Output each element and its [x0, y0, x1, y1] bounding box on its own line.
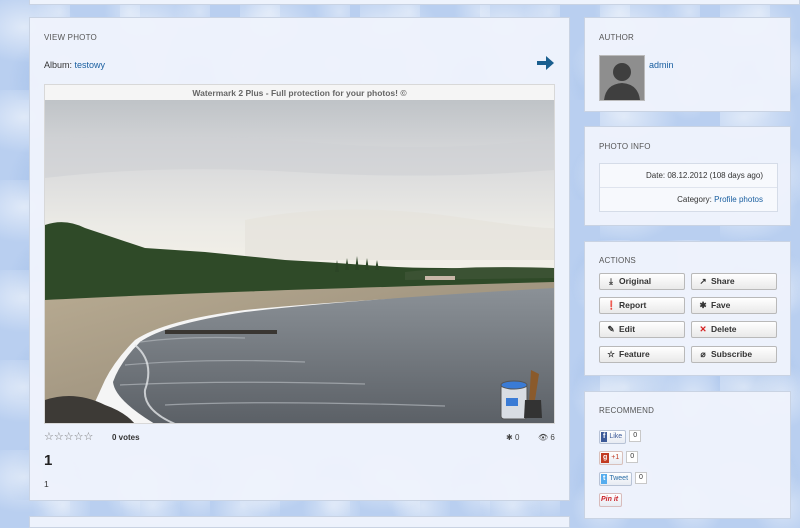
photo-info-panel: PHOTO INFO Date: 08.12.2012 (108 days ag…: [584, 126, 791, 226]
edit-button[interactable]: ✎ Edit: [599, 321, 685, 338]
fave-count: ✱ 0: [506, 433, 519, 442]
view-photo-heading: VIEW PHOTO: [44, 33, 97, 42]
edit-icon: ✎: [607, 324, 615, 334]
paperclip-icon: ⌀: [700, 349, 706, 359]
share-button-label: Share: [711, 276, 735, 286]
actions-heading: ACTIONS: [599, 256, 636, 265]
eye-icon: 👁: [538, 433, 549, 442]
share-button[interactable]: ↗ Share: [691, 273, 777, 290]
view-photo-panel: VIEW PHOTO Album: testowy Watermark 2 Pl…: [29, 17, 570, 501]
photo-info-table: Date: 08.12.2012 (108 days ago) Category…: [599, 163, 778, 212]
date-row: Date: 08.12.2012 (108 days ago): [600, 164, 777, 188]
tweet-count: 0: [635, 472, 647, 484]
top-panel-edge: [29, 0, 800, 5]
fave-count-value: 0: [514, 433, 520, 442]
category-row: Category: Profile photos: [600, 188, 777, 211]
edit-button-label: Edit: [619, 324, 636, 334]
recommend-heading: RECOMMEND: [599, 406, 655, 415]
rating-star-icon[interactable]: ☆: [64, 431, 74, 443]
recommend-panel: RECOMMEND f Like 0 g +1 0 t Tweet 0 Pin it: [584, 391, 791, 519]
next-panel-edge: [29, 516, 570, 528]
photo-image[interactable]: [45, 100, 554, 424]
delete-button-label: Delete: [711, 324, 737, 334]
photo-title: 1: [44, 452, 53, 469]
photo-info-heading: PHOTO INFO: [599, 142, 651, 151]
star-icon: ☆: [607, 349, 615, 359]
google-plus-button[interactable]: g +1: [599, 451, 624, 465]
votes-count: 0 votes: [112, 433, 140, 442]
album-link[interactable]: testowy: [75, 60, 106, 70]
date-label: Date:: [646, 171, 666, 180]
facebook-like-button[interactable]: f Like: [599, 430, 627, 444]
photo-description: 1: [44, 479, 49, 489]
fave-button[interactable]: ✱ Fave: [691, 297, 777, 314]
photo-frame[interactable]: Watermark 2 Plus - Full protection for y…: [44, 84, 555, 424]
date-value: 08.12.2012 (108 days ago): [667, 171, 763, 180]
google-plus-widget: g +1 0: [599, 451, 639, 465]
actions-panel: ACTIONS ⤓ Original ↗ Share ❗ Report ✱ Fave ✎…: [584, 241, 791, 376]
album-label: Album:: [44, 60, 73, 70]
next-photo-arrow-icon[interactable]: [535, 54, 555, 72]
rating-star-icon[interactable]: ☆: [74, 431, 84, 443]
google-plus-count: 0: [626, 451, 639, 463]
exclamation-icon: ❗: [606, 300, 617, 310]
asterisk-icon: ✱: [506, 433, 513, 442]
asterisk-icon: ✱: [699, 300, 707, 310]
avatar[interactable]: [599, 55, 645, 101]
report-button-label: Report: [619, 300, 647, 310]
share-icon: ↗: [699, 276, 707, 286]
fave-button-label: Fave: [711, 300, 731, 310]
google-plus-label: +1: [611, 454, 620, 461]
pinterest-widget: Pin it: [599, 493, 623, 507]
watermark-caption: Watermark 2 Plus - Full protection for y…: [192, 88, 407, 98]
pin-it-button[interactable]: Pin it: [599, 493, 623, 507]
subscribe-button[interactable]: ⌀ Subscribe: [691, 346, 777, 363]
view-count-value: 6: [550, 433, 555, 442]
twitter-widget: t Tweet 0: [599, 472, 647, 486]
delete-button[interactable]: ✕ Delete: [691, 321, 777, 338]
x-icon: ✕: [699, 324, 707, 334]
tweet-button[interactable]: t Tweet: [599, 472, 633, 486]
subscribe-button-label: Subscribe: [711, 349, 753, 359]
category-label: Category:: [677, 195, 712, 204]
facebook-like-count: 0: [629, 430, 642, 442]
download-icon: ⤓: [609, 276, 613, 286]
category-link[interactable]: Profile photos: [714, 195, 763, 204]
feature-button-label: Feature: [619, 349, 650, 359]
album-line: Album: testowy: [44, 60, 105, 70]
original-button-label: Original: [619, 276, 652, 286]
twitter-bird-icon: t: [601, 474, 608, 484]
google-plus-icon: g: [601, 453, 610, 463]
rating-star-icon[interactable]: ☆: [84, 431, 94, 443]
original-button[interactable]: ⤓ Original: [599, 273, 685, 290]
tweet-label: Tweet: [609, 475, 629, 482]
facebook-like-widget: f Like 0: [599, 430, 642, 444]
rating-star-icon[interactable]: ☆: [44, 431, 54, 443]
rating-row: ☆☆☆☆☆ 0 votes ✱ 0 👁 6: [44, 431, 555, 445]
report-button[interactable]: ❗ Report: [599, 297, 685, 314]
facebook-like-label: Like: [609, 433, 623, 440]
facebook-icon: f: [601, 432, 608, 442]
user-silhouette-icon: [600, 56, 644, 100]
author-heading: AUTHOR: [599, 33, 634, 42]
author-panel: AUTHOR admin: [584, 17, 791, 112]
rating-star-icon[interactable]: ☆: [54, 431, 64, 443]
feature-button[interactable]: ☆ Feature: [599, 346, 685, 363]
view-count: 👁 6: [538, 433, 555, 442]
author-name-link[interactable]: admin: [649, 60, 674, 70]
